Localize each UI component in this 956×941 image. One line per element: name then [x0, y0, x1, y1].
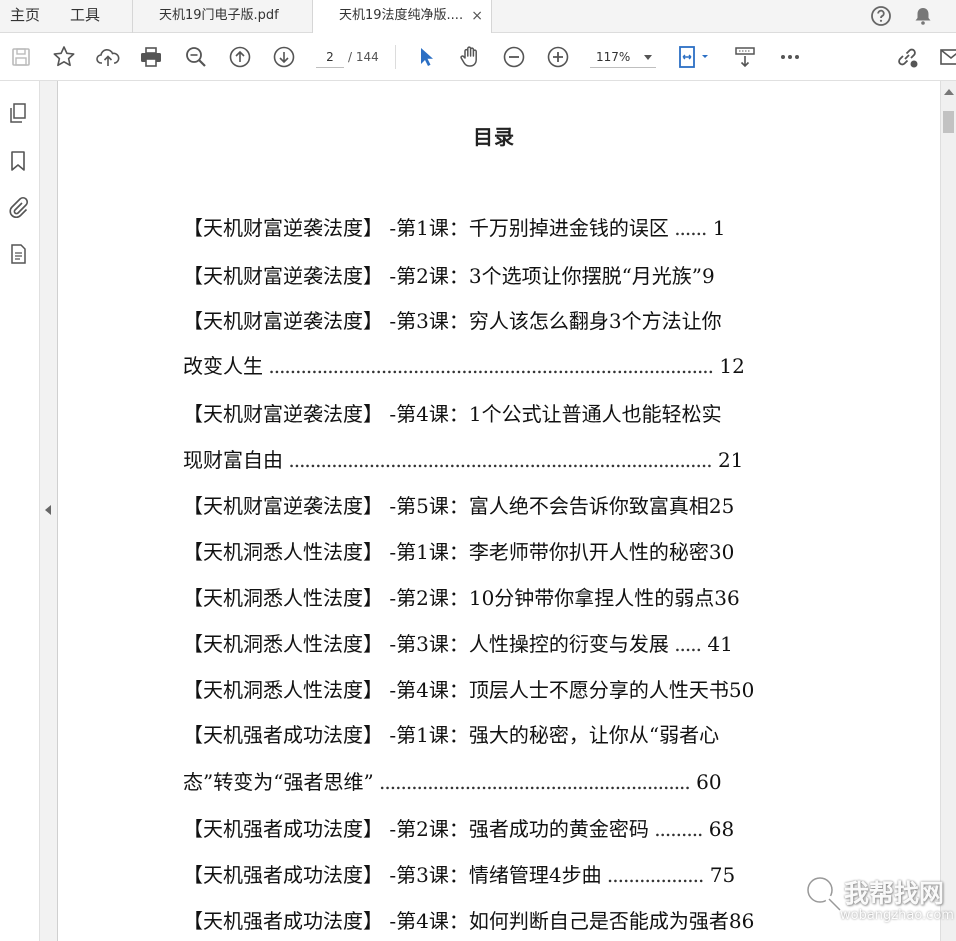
toc-entry-text: 【天机强者成功法度】 -第4课：如何判断自己是否能成为强者86: [183, 909, 755, 933]
fit-page-icon[interactable]: [677, 44, 713, 70]
toc-entry[interactable]: 现财富自由 ..................................…: [183, 446, 743, 474]
toc-entry-text: 现财富自由: [183, 448, 283, 472]
close-tab-icon[interactable]: ×: [471, 0, 483, 32]
zoom-level-value: 117%: [596, 50, 631, 64]
toc-entry-text: 【天机洞悉人性法度】 -第2课：10分钟带你拿捏人性的弱点36: [183, 586, 740, 610]
document-tab-1-label: 天机19门电子版.pdf: [159, 8, 279, 23]
toc-entry-text: 【天机洞悉人性法度】 -第3课：人性操控的衍变与发展: [183, 632, 669, 656]
toc-entry[interactable]: 【天机强者成功法度】 -第4课：如何判断自己是否能成为强者86: [183, 907, 754, 935]
panel-collapse-handle[interactable]: [40, 81, 58, 941]
scroll-up-arrow-icon[interactable]: [944, 89, 954, 95]
toc-page-number: 21: [711, 448, 744, 472]
toc-entry[interactable]: 【天机洞悉人性法度】 -第2课：10分钟带你拿捏人性的弱点36: [183, 584, 740, 612]
toolbar-divider: [395, 45, 396, 69]
magnifier-logo-icon: [805, 875, 844, 914]
toc-entry-text: 【天机财富逆袭法度】 -第4课：1个公式让普通人也能轻松实: [183, 402, 722, 426]
email-icon[interactable]: [938, 44, 956, 70]
toc-entry[interactable]: 【天机财富逆袭法度】 -第1课：千万别掉进金钱的误区 ...... 1: [183, 214, 725, 242]
toc-page-number: 1: [706, 216, 726, 240]
zoom-out-icon[interactable]: [501, 44, 527, 70]
save-icon[interactable]: [8, 44, 34, 70]
bookmarks-icon[interactable]: [7, 149, 29, 173]
zoom-level-select[interactable]: 117%: [590, 46, 656, 68]
toc-dot-leader: ......: [668, 216, 707, 240]
cloud-upload-icon[interactable]: [95, 44, 121, 70]
bookmark-star-icon[interactable]: [51, 44, 77, 70]
toc-entry[interactable]: 【天机洞悉人性法度】 -第1课：李老师带你扒开人性的秘密30: [183, 538, 734, 566]
chevron-left-icon: [45, 505, 51, 515]
toc-page-number: 60: [689, 770, 722, 794]
document-tab-1[interactable]: 天机19门电子版.pdf: [132, 0, 312, 33]
document-properties-icon[interactable]: [7, 242, 29, 266]
watermark-text: 我帮找网: [844, 879, 945, 908]
toc-entry-text: 【天机洞悉人性法度】 -第4课：顶层人士不愿分享的人性天书50: [183, 678, 755, 702]
toc-entry[interactable]: 【天机财富逆袭法度】 -第3课：穷人该怎么翻身3个方法让你: [183, 307, 722, 335]
tab-bar: 主页 工具 天机19门电子版.pdf 天机19法度纯净版.... ×: [0, 0, 956, 34]
scroll-thumb[interactable]: [943, 111, 954, 133]
toc-entry-text: 【天机财富逆袭法度】 -第2课：3个选项让你摆脱“月光族”9: [183, 264, 715, 288]
next-page-icon[interactable]: [271, 44, 297, 70]
toc-entry[interactable]: 【天机洞悉人性法度】 -第3课：人性操控的衍变与发展 ..... 41: [183, 630, 733, 658]
toc-entry[interactable]: 【天机强者成功法度】 -第3课：情绪管理4步曲 ................…: [183, 861, 735, 889]
notification-bell-icon[interactable]: [912, 5, 934, 27]
toc-entry-text: 【天机财富逆袭法度】 -第3课：穷人该怎么翻身3个方法让你: [183, 309, 722, 333]
page-title: 目录: [473, 125, 515, 149]
toc-dot-leader: ........................................…: [263, 354, 714, 378]
vertical-scrollbar[interactable]: [940, 81, 956, 941]
print-icon[interactable]: [138, 44, 164, 70]
page-total-label: / 144: [348, 50, 379, 64]
attachments-paperclip-icon[interactable]: [7, 195, 29, 219]
zoom-out-search-icon[interactable]: [183, 44, 209, 70]
toc-entry[interactable]: 【天机财富逆袭法度】 -第5课：富人绝不会告诉你致富真相25: [183, 492, 734, 520]
document-tab-2-label: 天机19法度纯净版....: [339, 8, 464, 23]
toc-entry[interactable]: 【天机财富逆袭法度】 -第2课：3个选项让你摆脱“月光族”9: [183, 262, 715, 290]
select-cursor-icon[interactable]: [413, 44, 439, 70]
toc-entry[interactable]: 【天机强者成功法度】 -第2课：强者成功的黄金密码 ......... 68: [183, 815, 734, 843]
toc-page-number: 12: [713, 354, 745, 378]
toc-entry[interactable]: 态”转变为“强者思维” ............................…: [183, 768, 722, 796]
toc-entry-text: 【天机洞悉人性法度】 -第1课：李老师带你扒开人性的秘密30: [183, 540, 735, 564]
site-watermark: 我帮找网 wobangzhao.com: [800, 868, 954, 938]
toc-entry[interactable]: 【天机财富逆袭法度】 -第4课：1个公式让普通人也能轻松实: [183, 400, 722, 428]
toc-entry-text: 【天机财富逆袭法度】 -第5课：富人绝不会告诉你致富真相25: [183, 494, 735, 518]
toc-entry-text: 改变人生: [183, 354, 263, 378]
previous-page-icon[interactable]: [227, 44, 253, 70]
share-link-icon[interactable]: [894, 44, 920, 70]
menu-home[interactable]: 主页: [10, 0, 40, 32]
page-thumbnails-icon[interactable]: [7, 101, 29, 125]
toc-dot-leader: ..................: [601, 863, 704, 887]
chevron-down-icon: [644, 55, 652, 60]
toc-dot-leader: ........................................…: [373, 770, 691, 794]
toc-page-number: 41: [701, 632, 733, 656]
toc-entry-text: 【天机强者成功法度】 -第1课：强大的秘密，让你从“弱者心: [183, 723, 720, 747]
toc-entry-text: 【天机财富逆袭法度】 -第1课：千万别掉进金钱的误区: [183, 216, 669, 240]
toc-entry[interactable]: 改变人生 ...................................…: [183, 352, 745, 380]
more-options-icon[interactable]: [777, 44, 803, 70]
scroll-mode-icon[interactable]: [732, 44, 758, 70]
toolbar: 2 / 144 117%: [0, 33, 956, 81]
hand-tool-icon[interactable]: [457, 44, 483, 70]
toc-dot-leader: ........................................…: [283, 448, 712, 472]
watermark-url: wobangzhao.com: [840, 908, 954, 923]
page-number-input[interactable]: 2: [316, 46, 344, 68]
toc-entry-text: 态”转变为“强者思维”: [183, 770, 374, 794]
toc-page-number: 68: [702, 817, 735, 841]
toc-dot-leader: .........: [648, 817, 703, 841]
toc-entry-text: 【天机强者成功法度】 -第3课：情绪管理4步曲: [183, 863, 602, 887]
toc-entry-text: 【天机强者成功法度】 -第2课：强者成功的黄金密码: [183, 817, 649, 841]
zoom-in-icon[interactable]: [545, 44, 571, 70]
toc-page-number: 75: [703, 863, 736, 887]
toc-dot-leader: .....: [668, 632, 702, 656]
document-tab-2[interactable]: 天机19法度纯净版.... ×: [312, 0, 492, 34]
toc-entry[interactable]: 【天机洞悉人性法度】 -第4课：顶层人士不愿分享的人性天书50: [183, 676, 754, 704]
document-page: 目录 【天机财富逆袭法度】 -第1课：千万别掉进金钱的误区 ...... 1 【天…: [59, 81, 940, 941]
navigation-panel: [0, 81, 40, 941]
menu-tools[interactable]: 工具: [70, 0, 100, 32]
help-icon[interactable]: [870, 5, 892, 27]
toc-entry[interactable]: 【天机强者成功法度】 -第1课：强大的秘密，让你从“弱者心: [183, 721, 719, 749]
